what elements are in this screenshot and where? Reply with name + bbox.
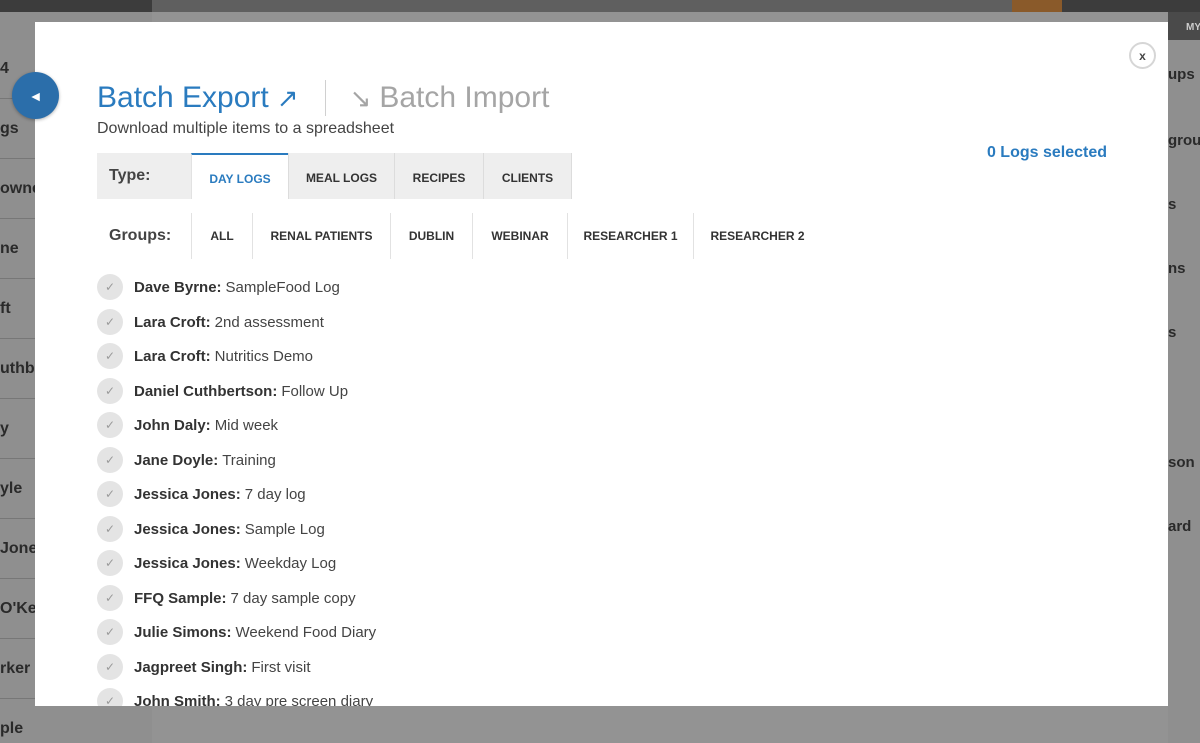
check-icon[interactable]: ✓ — [97, 343, 123, 369]
subtitle: Download multiple items to a spreadsheet — [97, 120, 395, 137]
log-title: Weekend Food Diary — [235, 623, 377, 641]
list-item[interactable]: ✓ Lara Croft: Nutritics Demo — [97, 342, 313, 370]
log-title: 7 day sample copy — [230, 589, 356, 607]
list-item[interactable]: ✓ Jessica Jones: Sample Log — [97, 515, 325, 543]
log-title: Mid week — [214, 416, 279, 434]
list-item[interactable]: ✓ Julie Simons: Weekend Food Diary — [97, 618, 376, 646]
list-item[interactable]: ✓ John Smith: 3 day pre screen diary — [97, 687, 373, 706]
triangle-left-icon: ◄ — [28, 87, 43, 104]
log-client-name: FFQ Sample: — [134, 589, 227, 607]
background-right-item: son — [1168, 454, 1195, 471]
tab-recipes[interactable]: RECIPES — [394, 153, 483, 199]
log-title: Sample Log — [244, 520, 325, 538]
groups-filter-bar: Groups: ALL RENAL PATIENTS DUBLIN WEBINA… — [97, 213, 821, 259]
batch-export-modal: x Batch Export ↗ ↘ Batch Import Download… — [35, 22, 1168, 706]
check-icon[interactable]: ✓ — [97, 378, 123, 404]
list-item[interactable]: ✓ Dave Byrne: SampleFood Log — [97, 273, 340, 301]
list-item[interactable]: ✓ FFQ Sample: 7 day sample copy — [97, 584, 356, 612]
group-researcher-1[interactable]: RESEARCHER 1 — [567, 213, 693, 259]
list-item[interactable]: ✓ Jessica Jones: 7 day log — [97, 480, 306, 508]
batch-import-title: Batch Import — [379, 81, 550, 114]
log-title: Follow Up — [281, 382, 349, 400]
list-item[interactable]: ✓ Daniel Cuthbertson: Follow Up — [97, 377, 348, 405]
close-button[interactable]: x — [1129, 42, 1156, 69]
check-icon[interactable]: ✓ — [97, 516, 123, 542]
log-title: 2nd assessment — [214, 313, 324, 331]
check-icon[interactable]: ✓ — [97, 447, 123, 473]
background-right-header: MY — [1168, 12, 1200, 40]
selected-count: 0 Logs selected — [986, 144, 1107, 161]
title-divider — [324, 80, 326, 116]
list-item[interactable]: ✓ John Daly: Mid week — [97, 411, 278, 439]
list-item[interactable]: ✓ Jagpreet Singh: First visit — [97, 653, 311, 681]
log-client-name: Lara Croft: — [134, 347, 211, 365]
group-researcher-2[interactable]: RESEARCHER 2 — [693, 213, 821, 259]
list-item[interactable]: ✓ Lara Croft: 2nd assessment — [97, 308, 324, 336]
check-icon[interactable]: ✓ — [97, 309, 123, 335]
background-topbar — [0, 0, 1200, 12]
log-title: Nutritics Demo — [214, 347, 314, 365]
background-right-item: grou — [1168, 132, 1200, 149]
batch-export-tab[interactable]: Batch Export ↗ — [97, 81, 299, 115]
check-icon[interactable]: ✓ — [97, 481, 123, 507]
batch-export-title: Batch Export — [97, 81, 269, 114]
log-title: Weekday Log — [244, 554, 337, 572]
list-item[interactable]: ✓ Jane Doyle: Training — [97, 446, 276, 474]
arrow-down-right-icon: ↘ — [349, 82, 372, 113]
log-client-name: Jane Doyle: — [134, 451, 219, 469]
arrow-up-right-icon: ↗ — [276, 82, 299, 113]
background-sidebar-item: ple — [0, 700, 152, 743]
group-renal-patients[interactable]: RENAL PATIENTS — [252, 213, 390, 259]
background-topbar-accent — [1012, 0, 1062, 12]
log-client-name: John Smith: — [134, 692, 221, 707]
tab-meal-logs[interactable]: MEAL LOGS — [288, 153, 394, 199]
log-client-name: Dave Byrne: — [134, 278, 222, 296]
log-client-name: Jessica Jones: — [134, 485, 241, 503]
back-button[interactable]: ◄ — [12, 72, 59, 119]
type-label: Type: — [97, 153, 191, 199]
background-right-item: s — [1168, 324, 1177, 341]
check-icon[interactable]: ✓ — [97, 585, 123, 611]
check-icon[interactable]: ✓ — [97, 412, 123, 438]
log-client-name: Lara Croft: — [134, 313, 211, 331]
check-icon[interactable]: ✓ — [97, 274, 123, 300]
tab-day-logs[interactable]: DAY LOGS — [191, 153, 288, 199]
type-filter-bar: Type: DAY LOGS MEAL LOGS RECIPES CLIENTS — [97, 153, 572, 199]
background-right-item: ns — [1168, 260, 1186, 277]
background-right-item: ard — [1168, 518, 1192, 535]
log-client-name: Jessica Jones: — [134, 520, 241, 538]
background-right-item: ups — [1168, 66, 1195, 83]
log-client-name: Jessica Jones: — [134, 554, 241, 572]
background-right-item: s — [1168, 196, 1177, 213]
check-icon[interactable]: ✓ — [97, 550, 123, 576]
group-all[interactable]: ALL — [191, 213, 252, 259]
batch-import-tab[interactable]: ↘ Batch Import — [350, 81, 550, 115]
check-icon[interactable]: ✓ — [97, 654, 123, 680]
list-item[interactable]: ✓ Jessica Jones: Weekday Log — [97, 549, 336, 577]
log-title: 7 day log — [244, 485, 306, 503]
background-topbar-center — [152, 0, 1012, 12]
log-client-name: Julie Simons: — [134, 623, 232, 641]
group-webinar[interactable]: WEBINAR — [472, 213, 567, 259]
check-icon[interactable]: ✓ — [97, 619, 123, 645]
log-title: SampleFood Log — [225, 278, 340, 296]
log-client-name: Jagpreet Singh: — [134, 658, 248, 676]
log-title: 3 day pre screen diary — [224, 692, 374, 707]
log-title: First visit — [251, 658, 311, 676]
title-row: Batch Export ↗ ↘ Batch Import — [97, 78, 549, 118]
log-title: Training — [222, 451, 276, 469]
group-dublin[interactable]: DUBLIN — [390, 213, 472, 259]
groups-label: Groups: — [109, 227, 172, 244]
log-client-name: John Daly: — [134, 416, 211, 434]
tab-clients[interactable]: CLIENTS — [483, 153, 572, 199]
background-right-panel: MY ups grou s ns s son ard — [1168, 12, 1200, 743]
log-client-name: Daniel Cuthbertson: — [134, 382, 278, 400]
check-icon[interactable]: ✓ — [97, 688, 123, 706]
